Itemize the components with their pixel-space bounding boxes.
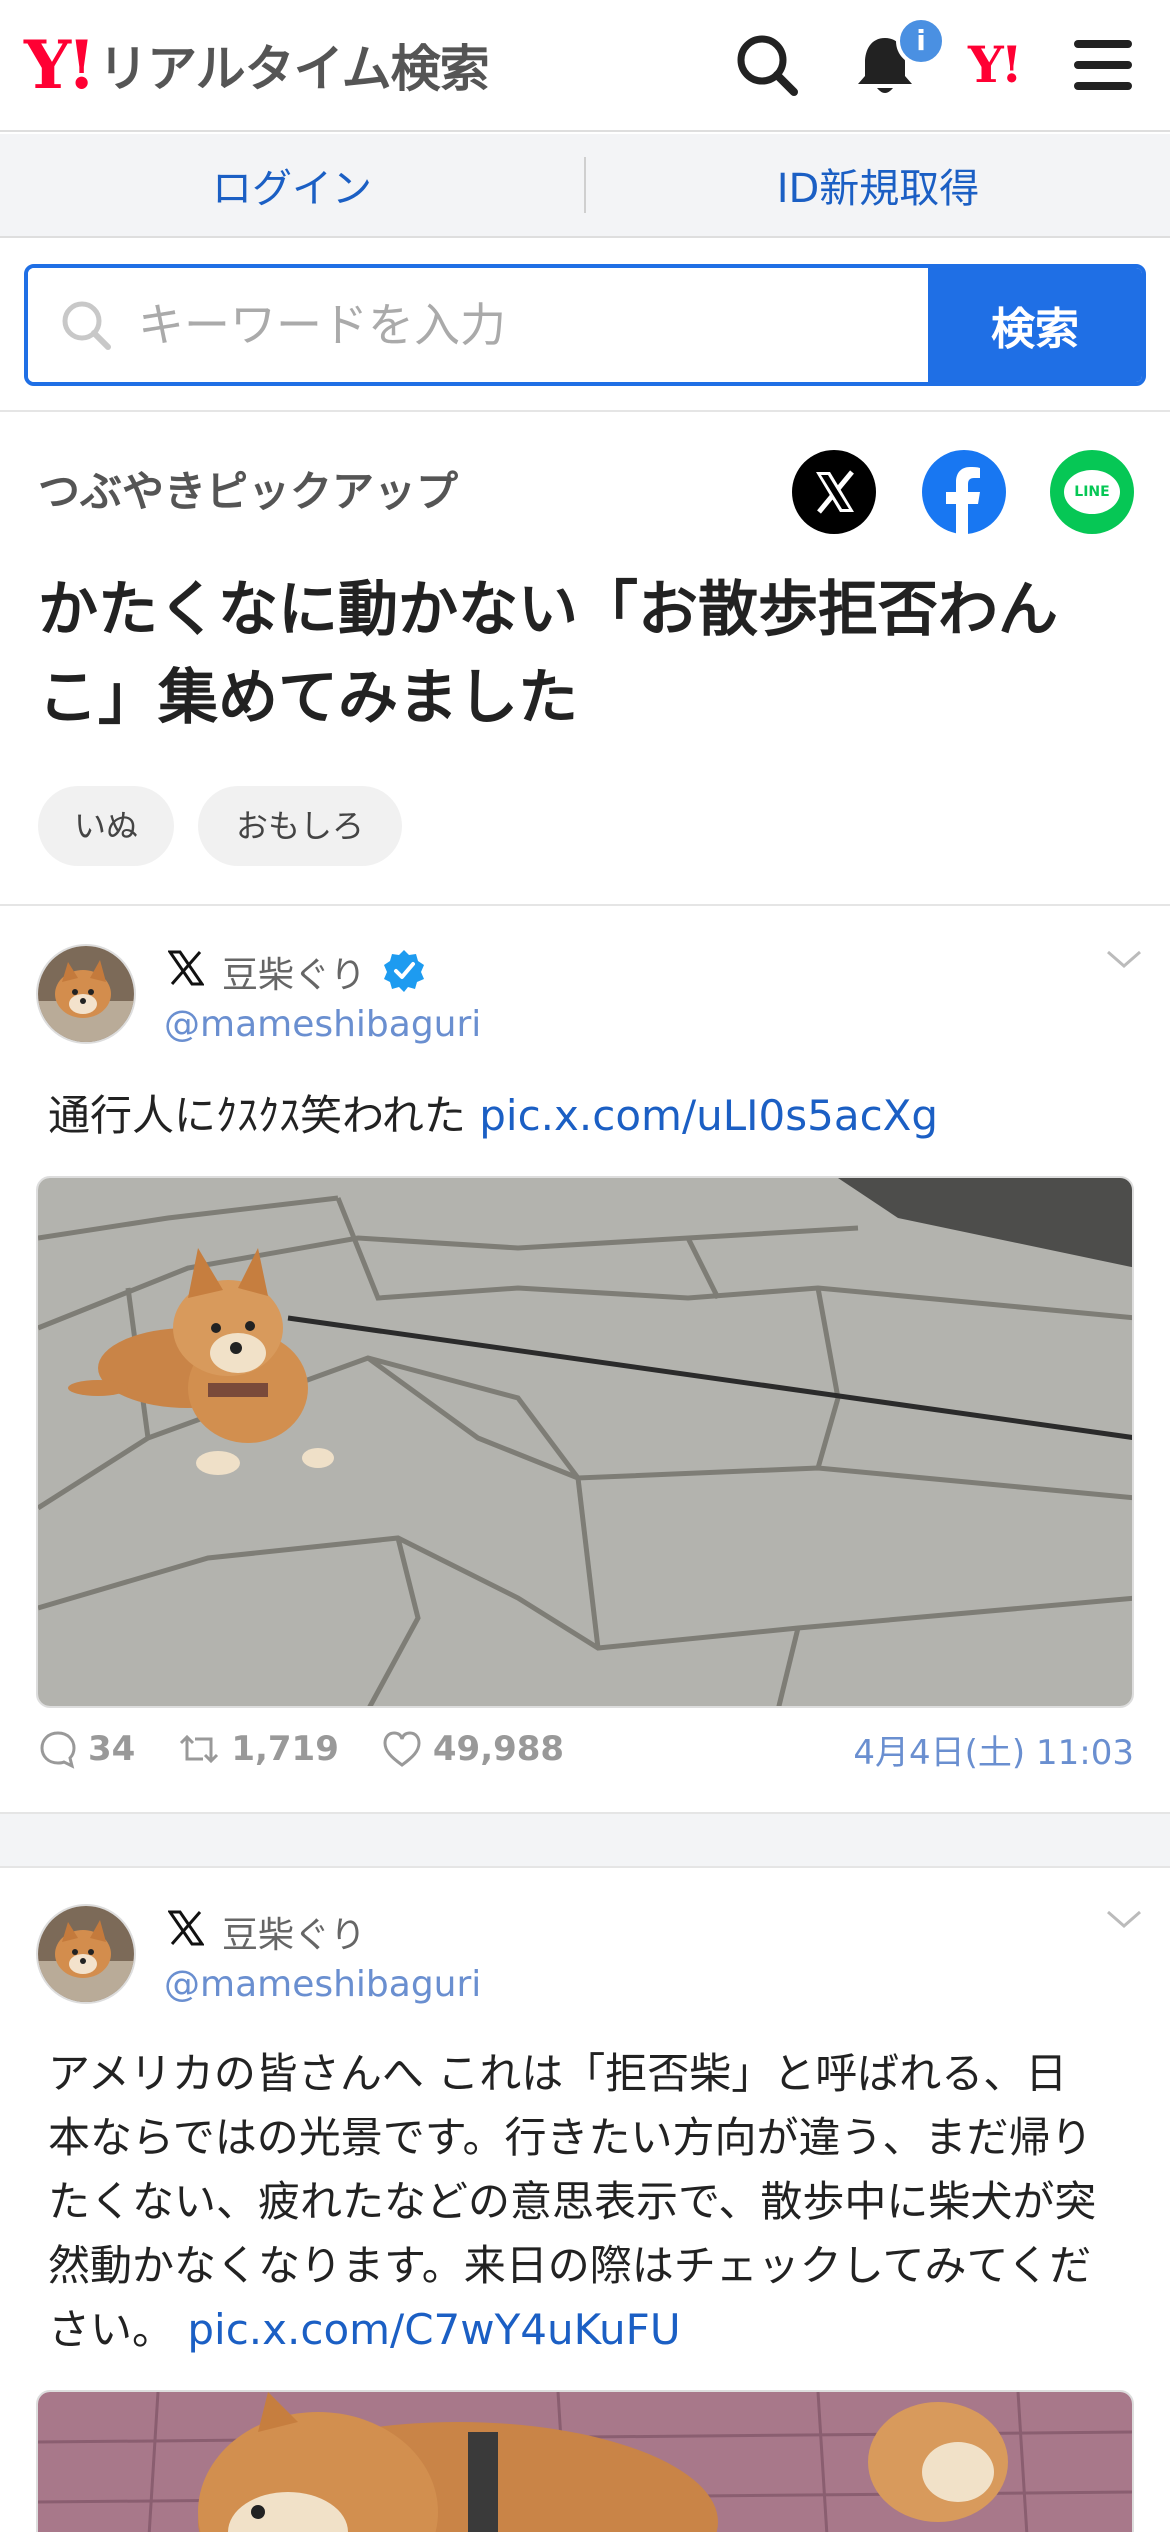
notification-badge[interactable]: i bbox=[896, 16, 946, 66]
avatar-image bbox=[38, 946, 134, 1042]
section-label: つぶやきピックアップ bbox=[38, 467, 459, 516]
yahoo-realtime-logo[interactable]: Y! リアルタイム検索 bbox=[24, 26, 490, 104]
tweet-media[interactable] bbox=[36, 2390, 1134, 2532]
share-line-button[interactable]: LINE bbox=[1050, 450, 1134, 534]
avatar-image bbox=[38, 1906, 134, 2002]
x-icon bbox=[816, 470, 854, 514]
retweet-icon bbox=[180, 1734, 219, 1764]
like-count-value: 49,988 bbox=[432, 1729, 565, 1769]
dog-photo bbox=[38, 1178, 1132, 1706]
reply-count-value: 34 bbox=[88, 1729, 136, 1769]
yahoo-logo-mark: Y! bbox=[24, 26, 96, 104]
reply-count[interactable]: 34 bbox=[38, 1729, 135, 1769]
line-icon: LINE bbox=[1064, 470, 1120, 514]
tweet-media[interactable] bbox=[36, 1176, 1134, 1708]
menu-icon[interactable] bbox=[1068, 30, 1138, 100]
divider bbox=[0, 904, 1170, 906]
avatar[interactable] bbox=[36, 944, 136, 1044]
author-name[interactable]: 豆柴ぐり bbox=[222, 946, 366, 998]
author-handle[interactable]: @mameshibaguri bbox=[164, 1004, 481, 1045]
search-icon[interactable] bbox=[732, 30, 802, 100]
yahoo-top-link[interactable]: Y! bbox=[968, 40, 1023, 90]
tag-chip[interactable]: いぬ bbox=[38, 786, 174, 866]
tweet-text: 通行人にｸｽｸｽ笑われた pic.x.com/uLI0s5acXg bbox=[48, 1084, 1128, 1148]
page: Y! リアルタイム検索 i Y! ログイン ID新規取得 キーワードを入力 検索… bbox=[0, 0, 1170, 2532]
tweet-body: 通行人にｸｽｸｽ笑われた bbox=[48, 1091, 466, 1140]
like-icon bbox=[383, 1731, 421, 1767]
tweet-text: アメリカの皆さんへ これは「拒否柴」と呼ばれる、日本ならではの光景です。行きたい… bbox=[48, 2042, 1108, 2362]
search-input[interactable] bbox=[138, 298, 838, 352]
like-count[interactable]: 49,988 bbox=[381, 1729, 564, 1769]
share-x-button[interactable] bbox=[792, 450, 876, 534]
author-name[interactable]: 豆柴ぐり bbox=[222, 1906, 366, 1958]
search-form: 検索 bbox=[24, 264, 1146, 386]
account-bar: ログイン ID新規取得 bbox=[0, 134, 1170, 238]
divider bbox=[0, 410, 1170, 412]
article-title: かたくなに動かない「お散歩拒否わんこ」集めてみました bbox=[38, 575, 1058, 733]
tweet-stats: 34 1,719 49,988 4月4日(土) 11:03 bbox=[38, 1724, 1134, 1774]
x-icon bbox=[168, 950, 204, 986]
retweet-count-value: 1,719 bbox=[231, 1729, 339, 1769]
share-facebook-button[interactable] bbox=[922, 450, 1006, 534]
register-link[interactable]: ID新規取得 bbox=[586, 156, 1170, 214]
verified-icon bbox=[384, 950, 424, 992]
tweet-date[interactable]: 4月4日(土) 11:03 bbox=[853, 1725, 1134, 1774]
tweet-media-link[interactable]: pic.x.com/C7wY4uKuFU bbox=[187, 2305, 680, 2354]
facebook-icon bbox=[946, 467, 980, 534]
search-field-icon bbox=[62, 301, 111, 350]
chevron-down-icon[interactable] bbox=[1104, 1908, 1144, 1932]
card-separator bbox=[0, 1812, 1170, 1868]
search-button[interactable]: 検索 bbox=[928, 268, 1142, 382]
tag-chip[interactable]: おもしろ bbox=[198, 786, 402, 866]
x-icon bbox=[168, 1910, 204, 1946]
retweet-count[interactable]: 1,719 bbox=[177, 1729, 339, 1769]
service-name: リアルタイム検索 bbox=[98, 40, 489, 98]
tweet-media-link[interactable]: pic.x.com/uLI0s5acXg bbox=[479, 1091, 938, 1140]
search-field-wrapper bbox=[28, 268, 928, 382]
chevron-down-icon[interactable] bbox=[1104, 948, 1144, 972]
dog-photo bbox=[38, 2392, 1132, 2532]
header: Y! リアルタイム検索 i Y! bbox=[0, 0, 1170, 132]
avatar[interactable] bbox=[36, 1904, 136, 2004]
login-link[interactable]: ログイン bbox=[0, 156, 584, 214]
author-handle[interactable]: @mameshibaguri bbox=[164, 1964, 481, 2005]
reply-icon bbox=[40, 1731, 76, 1769]
